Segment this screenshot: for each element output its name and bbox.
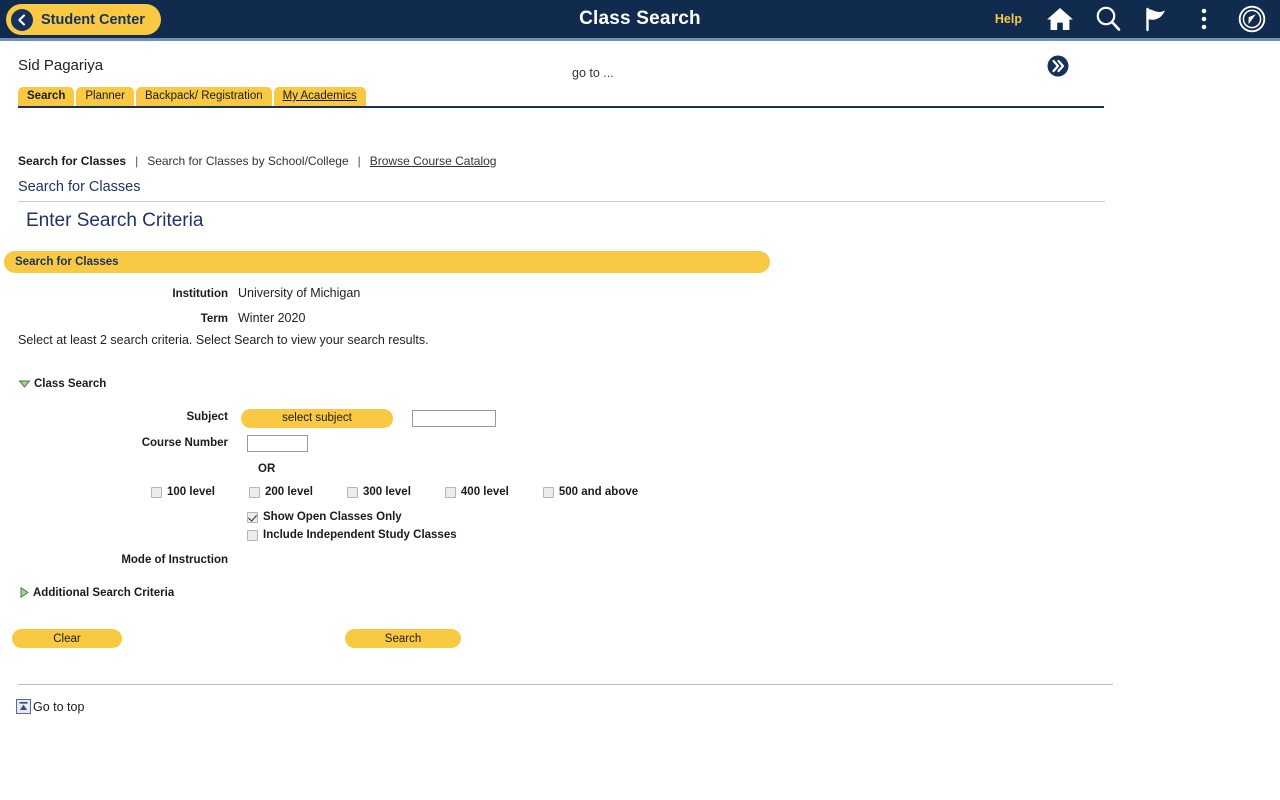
go-to-label[interactable]: go to ...: [572, 66, 614, 80]
subject-input[interactable]: [412, 410, 496, 427]
subnav-search-by-school-college[interactable]: Search for Classes by School/College: [147, 154, 348, 168]
course-level-checkbox-group: 100 level 200 level 300 level 400 level …: [151, 486, 638, 498]
mode-of-instruction-label: Mode of Instruction: [121, 554, 228, 566]
tab-search[interactable]: Search: [18, 87, 75, 106]
search-button[interactable]: Search: [345, 629, 461, 648]
double-chevron-right-icon[interactable]: [1047, 55, 1069, 77]
go-to-top-icon: [16, 699, 31, 714]
help-link[interactable]: Help: [981, 12, 1036, 26]
checkbox-200-level-label: 200 level: [264, 486, 313, 498]
tab-planner-label: Planner: [85, 90, 125, 102]
checkbox-include-independent-study[interactable]: Include Independent Study Classes: [247, 529, 457, 541]
group-additional-search-criteria[interactable]: Additional Search Criteria: [19, 586, 174, 599]
divider-bottom: [18, 684, 1113, 685]
term-value: Winter 2020: [238, 311, 306, 325]
subnav-separator: |: [357, 154, 361, 168]
more-vertical-icon[interactable]: [1180, 0, 1228, 38]
triangle-right-icon: [19, 586, 30, 599]
checkbox-400-level[interactable]: 400 level: [444, 486, 509, 498]
tab-backpack-registration-label: Backpack/ Registration: [145, 90, 263, 102]
home-icon[interactable]: [1036, 0, 1084, 38]
group-additional-search-criteria-label: Additional Search Criteria: [33, 586, 175, 599]
user-name: Sid Pagariya: [18, 57, 104, 74]
term-row: Term Winter 2020: [0, 311, 306, 325]
checkbox-500-and-above-label: 500 and above: [558, 486, 639, 498]
checkbox-400-level-label: 400 level: [460, 486, 509, 498]
course-number-label: Course Number: [141, 437, 228, 449]
checkbox-200-level[interactable]: 200 level: [248, 486, 313, 498]
search-icon[interactable]: [1084, 0, 1132, 38]
institution-value: University of Michigan: [238, 286, 361, 300]
course-number-input[interactable]: [247, 435, 308, 452]
tab-backpack-registration[interactable]: Backpack/ Registration: [136, 87, 272, 106]
checkbox-include-independent-study-box[interactable]: [247, 529, 258, 541]
tab-my-academics[interactable]: My Academics: [273, 87, 366, 106]
primary-tab-strip: Search Planner Backpack/ Registration My…: [18, 87, 1104, 108]
go-to-top-link[interactable]: Go to top: [16, 699, 84, 714]
app-header-actions: Help: [981, 0, 1276, 38]
flag-icon[interactable]: [1132, 0, 1180, 38]
checkbox-400-level-box[interactable]: [444, 486, 456, 498]
page-heading: Enter Search Criteria: [26, 210, 204, 231]
tab-planner[interactable]: Planner: [76, 87, 134, 106]
section-header-label: Search for Classes: [15, 256, 119, 268]
checkbox-300-level[interactable]: 300 level: [346, 486, 411, 498]
checkbox-show-open-classes-only-label: Show Open Classes Only: [263, 511, 402, 523]
triangle-down-icon: [18, 377, 31, 390]
subnav-browse-course-catalog[interactable]: Browse Course Catalog: [370, 154, 497, 168]
header-accent-line: [0, 38, 1280, 41]
institution-label: Institution: [172, 288, 228, 300]
divider-top: [18, 201, 1105, 202]
app-header-bar: Student Center Class Search Help: [0, 0, 1280, 38]
subject-label: Subject: [186, 411, 228, 423]
compass-icon[interactable]: [1228, 0, 1276, 38]
go-to-top-label: Go to top: [33, 699, 85, 714]
checkbox-show-open-classes-only[interactable]: Show Open Classes Only: [247, 511, 402, 523]
checkbox-show-open-classes-only-box[interactable]: [247, 511, 258, 523]
checkbox-100-level-label: 100 level: [167, 486, 215, 498]
section-header-search-for-classes: Search for Classes: [4, 251, 770, 273]
tab-search-label: Search: [27, 90, 66, 102]
checkbox-300-level-label: 300 level: [362, 486, 411, 498]
checkbox-100-level[interactable]: 100 level: [151, 486, 215, 498]
term-label: Term: [200, 313, 228, 325]
checkbox-500-and-above[interactable]: 500 and above: [542, 486, 639, 498]
breadcrumb: Search for Classes: [18, 179, 141, 195]
clear-button[interactable]: Clear: [12, 629, 122, 648]
select-subject-button[interactable]: select subject: [241, 409, 393, 428]
checkbox-100-level-box[interactable]: [151, 486, 162, 498]
secondary-nav: Search for Classes | Search for Classes …: [18, 154, 496, 168]
checkbox-include-independent-study-label: Include Independent Study Classes: [263, 529, 457, 541]
subnav-separator: |: [135, 154, 139, 168]
tab-my-academics-label: My Academics: [282, 90, 357, 102]
checkbox-500-and-above-box[interactable]: [542, 486, 554, 498]
institution-row: Institution University of Michigan: [0, 286, 360, 300]
show-open-classes-only-row: Show Open Classes Only: [247, 511, 402, 523]
or-label: OR: [258, 463, 276, 475]
group-class-search[interactable]: Class Search: [18, 377, 106, 390]
search-criteria-hint: Select at least 2 search criteria. Selec…: [18, 333, 429, 347]
group-class-search-label: Class Search: [34, 377, 107, 390]
include-independent-study-row: Include Independent Study Classes: [247, 529, 457, 541]
subnav-search-for-classes[interactable]: Search for Classes: [18, 154, 126, 168]
checkbox-200-level-box[interactable]: [248, 486, 260, 498]
checkbox-300-level-box[interactable]: [346, 486, 358, 498]
